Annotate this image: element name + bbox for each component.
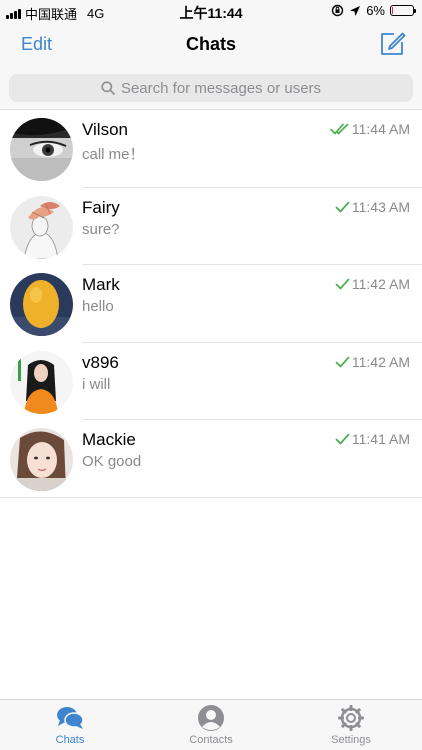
tab-bar: Chats Contacts Settings — [0, 699, 422, 750]
chat-time: 11:41 AM — [351, 431, 410, 447]
chat-list: Vilson call me！ 11:44 AM Fairy sure? 11:… — [0, 110, 422, 498]
check-icon — [335, 433, 350, 445]
chat-preview: OK good — [82, 453, 142, 470]
check-icon — [335, 356, 350, 367]
status-right: 6% — [331, 3, 416, 18]
tab-chats[interactable]: Chats — [0, 704, 140, 746]
chat-row-fairy[interactable]: Fairy sure? 11:43 AM — [0, 188, 422, 266]
chat-meta: 11:42 AM — [335, 276, 410, 292]
chat-preview: i will — [82, 375, 111, 393]
chat-time: 11:42 AM — [351, 353, 410, 370]
tab-label: Settings — [331, 734, 371, 746]
chat-preview: sure? — [82, 220, 120, 238]
battery-icon — [390, 5, 416, 16]
tab-contacts[interactable]: Contacts — [141, 704, 281, 746]
chat-row-vilson[interactable]: Vilson call me！ 11:44 AM — [0, 110, 422, 188]
check-icon — [335, 278, 350, 290]
battery-percent: 6% — [366, 3, 385, 18]
chat-time: 11:43 AM — [351, 198, 410, 215]
search-icon — [101, 81, 115, 95]
chat-meta: 11:44 AM — [330, 121, 410, 137]
nav-bar: Edit Chats — [0, 22, 422, 66]
chat-row-v896[interactable]: v896 i will 11:42 AM — [0, 343, 422, 421]
search-placeholder: Search for messages or users — [120, 79, 322, 97]
orientation-lock-icon — [332, 4, 344, 17]
chat-meta: 11:41 AM — [335, 431, 410, 447]
search-input[interactable]: Search for messages or users — [9, 74, 413, 102]
avatar — [10, 350, 73, 414]
chat-time: 11:44 AM — [351, 121, 410, 137]
chat-name: Vilson — [82, 120, 128, 139]
chat-row-mackie[interactable]: Mackie OK good 11:41 AM — [0, 420, 422, 498]
gear-icon — [338, 705, 364, 731]
chat-preview: call me！ — [82, 146, 145, 163]
double-check-icon — [330, 123, 349, 135]
chat-bubbles-icon — [57, 707, 84, 729]
chat-row-mark[interactable]: Mark hello 11:42 AM — [0, 265, 422, 343]
person-icon — [198, 705, 224, 731]
chat-preview: hello — [82, 298, 114, 315]
chat-name: Fairy — [82, 197, 120, 217]
compose-icon[interactable] — [378, 30, 406, 58]
status-bar: 中国联通 4G 上午11:44 6% — [0, 0, 422, 22]
search-bar: Search for messages or users — [0, 66, 422, 110]
avatar — [10, 273, 73, 336]
chat-name: v896 — [82, 352, 119, 372]
chat-time: 11:42 AM — [351, 276, 410, 292]
avatar — [10, 428, 73, 491]
tab-settings[interactable]: Settings — [281, 704, 421, 746]
chat-meta: 11:42 AM — [335, 354, 410, 370]
avatar — [10, 118, 73, 181]
chat-name: Mark — [82, 275, 120, 294]
tab-label: Chats — [55, 734, 85, 746]
check-icon — [335, 201, 350, 212]
chat-name: Mackie — [82, 430, 136, 449]
location-icon — [350, 5, 361, 16]
page-title: Chats — [185, 34, 236, 54]
avatar — [10, 195, 73, 259]
tab-label: Contacts — [189, 734, 233, 746]
chat-meta: 11:43 AM — [335, 199, 410, 215]
